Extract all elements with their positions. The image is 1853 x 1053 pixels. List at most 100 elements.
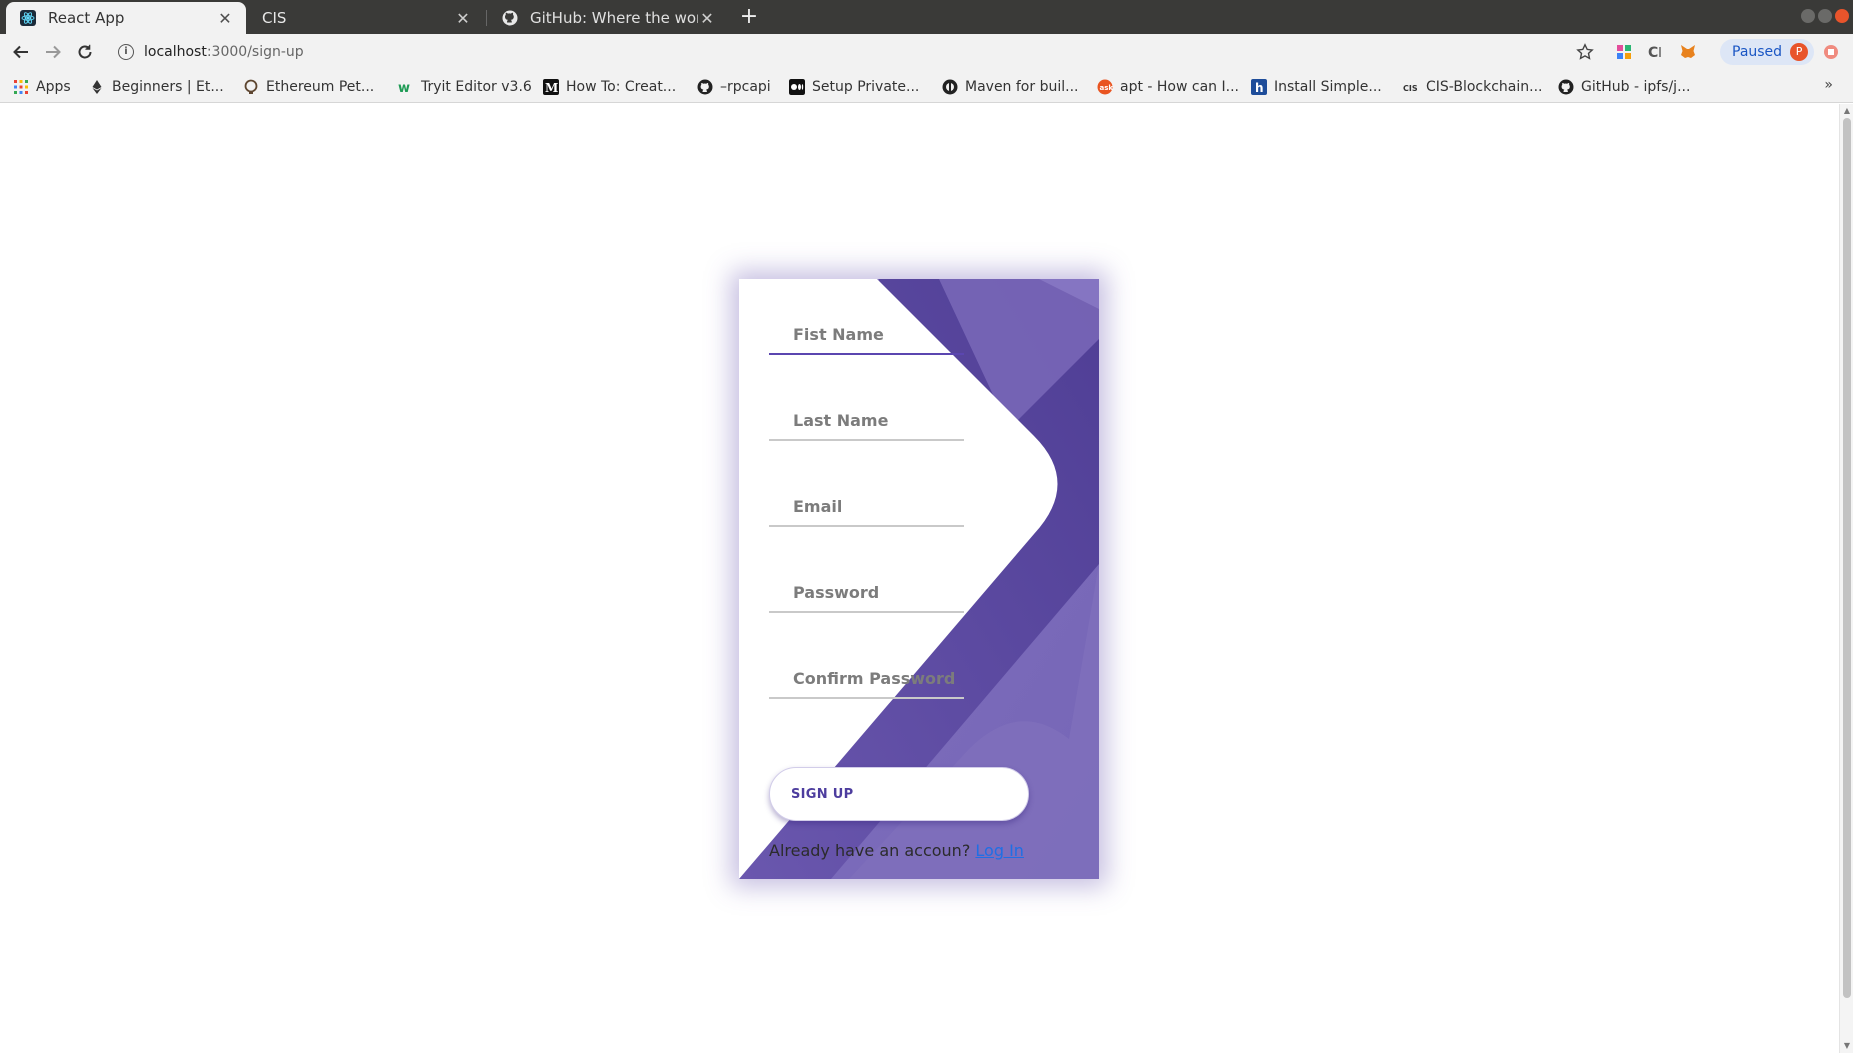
svg-text:CIS: CIS (1403, 84, 1418, 93)
react-favicon-icon (20, 10, 36, 26)
truffle-icon (244, 79, 258, 94)
bookmark-label: Ethereum Pet... (266, 79, 375, 95)
more-bookmarks-button[interactable]: » (1824, 77, 1833, 93)
bookmark-tryit[interactable]: w Tryit Editor v3.6 (398, 77, 532, 97)
cis-icon: CIS (1403, 84, 1418, 93)
ethereum-icon (92, 80, 102, 94)
confirm-password-field[interactable] (769, 659, 964, 699)
bookmark-rpcapi[interactable]: –rpcapi (697, 77, 771, 97)
maximize-window-icon[interactable] (1818, 9, 1832, 23)
askubuntu-icon: ask (1097, 79, 1113, 95)
extension-update-icon[interactable] (1822, 43, 1840, 61)
bookmark-beginners[interactable]: Beginners | Et... (89, 77, 224, 97)
close-window-icon[interactable] (1835, 9, 1849, 23)
svg-text:w: w (398, 81, 410, 95)
bookmark-maven[interactable]: Maven for buil... (942, 77, 1078, 97)
bookmark-cis-blockchain[interactable]: CIS CIS-Blockchain... (1403, 77, 1542, 97)
bookmark-label: Apps (36, 79, 71, 95)
bookmark-apt-how[interactable]: ask apt - How can I... (1097, 77, 1239, 97)
bookmark-install-simple[interactable]: h Install Simple... (1251, 77, 1382, 97)
w3schools-icon: w (398, 81, 410, 95)
arrow-right-icon (46, 45, 61, 59)
site-info-icon[interactable]: i (118, 44, 134, 60)
bookmark-apps[interactable]: Apps (13, 77, 71, 97)
bookmark-label: –rpcapi (720, 79, 771, 95)
new-tab-button[interactable]: + (737, 4, 761, 30)
back-button[interactable] (9, 40, 33, 64)
close-icon[interactable]: ✕ (216, 9, 234, 28)
svg-text:ask: ask (1100, 84, 1114, 92)
profile-status: Paused (1732, 44, 1783, 60)
bookmark-github-ipfs[interactable]: GitHub - ipfs/j... (1558, 77, 1690, 97)
github-favicon-icon (502, 10, 518, 26)
bookmark-label: GitHub - ipfs/j... (1581, 79, 1691, 95)
scroll-down-icon[interactable]: ▼ (1842, 1041, 1852, 1051)
avatar: P (1790, 43, 1809, 61)
minimize-window-icon[interactable] (1801, 9, 1815, 23)
close-icon[interactable]: ✕ (698, 9, 716, 28)
bookmark-ethereum-pet[interactable]: Ethereum Pet... (243, 77, 374, 97)
email-field[interactable] (769, 487, 964, 527)
first-name-field[interactable] (769, 315, 964, 355)
tab-react-app[interactable]: React App ✕ (6, 2, 246, 34)
reload-icon (78, 44, 92, 59)
hashnode-icon: h (1251, 79, 1267, 95)
password-field[interactable] (769, 573, 964, 613)
close-icon[interactable]: ✕ (454, 9, 472, 28)
login-prompt: Already have an accoun? Log In (769, 841, 1024, 860)
address-bar[interactable]: i localhost:3000/sign-up (112, 37, 1572, 67)
bookmark-label: Setup Private... (812, 79, 920, 95)
url-path: :3000/sign-up (206, 44, 304, 60)
medium-icon: M (543, 79, 559, 95)
login-prompt-text: Already have an accoun? (769, 841, 971, 860)
page-viewport: SIGN UP Already have an accoun? Log In ▲… (0, 104, 1853, 1053)
arrow-left-icon (13, 45, 28, 59)
reload-button[interactable] (73, 40, 97, 64)
tab-title: GitHub: Where the world (530, 9, 698, 27)
tab-divider (486, 10, 487, 26)
sign-up-button[interactable]: SIGN UP (769, 767, 1029, 821)
bookmark-star-icon[interactable] (1576, 43, 1594, 61)
profile-button[interactable]: Paused P (1720, 39, 1815, 65)
page-scrollbar[interactable]: ▲ ▼ (1839, 104, 1853, 1053)
forward-button[interactable] (41, 40, 65, 64)
svg-text:h: h (1255, 81, 1264, 95)
extension-c-icon[interactable]: C (1647, 43, 1665, 61)
bookmark-label: Beginners | Et... (112, 79, 224, 95)
tab-github[interactable]: GitHub: Where the world ✕ (488, 2, 728, 34)
email-input[interactable] (769, 487, 964, 525)
tab-title: CIS (262, 9, 287, 27)
bookmark-label: Tryit Editor v3.6 (421, 79, 532, 95)
browser-titlebar: React App ✕ CIS ✕ GitHub: Where the worl… (0, 0, 1853, 34)
bookmark-how-to-create[interactable]: M How To: Creat... (543, 77, 676, 97)
first-name-input[interactable] (769, 315, 964, 353)
svg-text:M: M (545, 81, 558, 95)
bookmarks-bar: Apps Beginners | Et... Ethereum Pet... w… (0, 70, 1853, 103)
bookmark-label: Install Simple... (1274, 79, 1382, 95)
bookmark-label: Maven for buil... (965, 79, 1079, 95)
login-link[interactable]: Log In (975, 841, 1024, 860)
signup-card: SIGN UP Already have an accoun? Log In (739, 279, 1099, 879)
url-host: localhost (144, 44, 207, 60)
extension-colorful-icon[interactable] (1615, 43, 1633, 61)
tab-cis[interactable]: CIS ✕ (248, 2, 484, 34)
apps-grid-icon (14, 80, 28, 94)
bookmark-setup-private[interactable]: Setup Private... (789, 77, 919, 97)
maven-icon (942, 79, 958, 95)
scrollbar-thumb[interactable] (1843, 118, 1851, 998)
last-name-field[interactable] (769, 401, 964, 441)
tab-title: React App (48, 9, 125, 27)
metamask-fox-icon[interactable] (1679, 43, 1697, 61)
github-icon (1558, 79, 1574, 95)
confirm-password-input[interactable] (769, 659, 964, 697)
scroll-up-icon[interactable]: ▲ (1842, 106, 1852, 116)
github-icon (697, 79, 713, 95)
bookmark-label: apt - How can I... (1120, 79, 1239, 95)
bookmark-label: CIS-Blockchain... (1426, 79, 1543, 95)
medium-icon (789, 79, 805, 95)
password-input[interactable] (769, 573, 964, 611)
svg-text:C: C (1648, 45, 1658, 61)
last-name-input[interactable] (769, 401, 964, 439)
bookmark-label: How To: Creat... (566, 79, 677, 95)
browser-toolbar: i localhost:3000/sign-up C Paused P (0, 34, 1853, 70)
